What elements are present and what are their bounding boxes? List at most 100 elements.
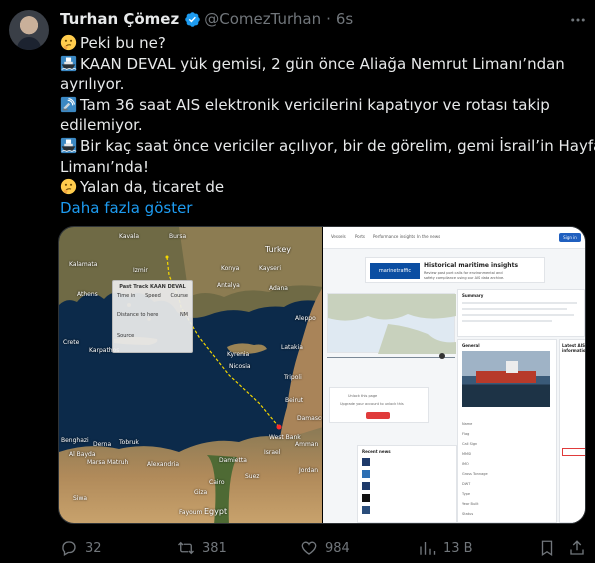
- post-time[interactable]: 6s: [336, 10, 353, 28]
- general-row-label: Flag: [462, 432, 470, 436]
- site-nav-item[interactable]: Vessels: [331, 234, 346, 239]
- map-label: Cairo: [209, 479, 225, 486]
- past-track-popup[interactable]: Past Track KAAN DEVAL Time in Speed Cour…: [112, 280, 193, 353]
- mini-map-graphic: [328, 294, 456, 354]
- thinking-face-icon: [60, 34, 77, 51]
- reply-icon: [62, 541, 76, 556]
- ship-track-map[interactable]: Turkey Athens Izmir Antalya Adana Kyreni…: [59, 227, 328, 523]
- map-label: Aleppo: [295, 315, 316, 322]
- repost-button[interactable]: 381: [177, 537, 227, 559]
- ship-icon: [60, 137, 77, 154]
- views-count: 13 B: [443, 540, 473, 556]
- summary-title: Summary: [462, 293, 484, 298]
- tweet-line: ayrılıyor.: [60, 74, 580, 95]
- general-row-label: Gross Tonnage: [462, 472, 488, 476]
- site-sign-in-button[interactable]: Sign in: [559, 233, 581, 242]
- highlighted-field: [562, 448, 585, 456]
- map-label: Marsa Matruh: [87, 459, 129, 466]
- show-more-link[interactable]: Daha fazla göster: [60, 198, 192, 219]
- site-nav-item[interactable]: Performance insights: [373, 234, 415, 239]
- general-row-label: DWT: [462, 482, 471, 486]
- ship-position-marker[interactable]: [276, 424, 282, 430]
- summary-text-line: [462, 308, 567, 310]
- timeline-handle[interactable]: [439, 353, 445, 359]
- tweet-line: Yalan da, ticaret de: [60, 177, 580, 198]
- map-label: Kayseri: [259, 265, 282, 272]
- past-track-source: Source: [117, 333, 135, 339]
- repost-count: 381: [202, 540, 227, 556]
- map-label: Siwa: [73, 495, 88, 502]
- map-label: Kavala: [119, 233, 140, 240]
- latest-ais-panel: Latest AIS information: [559, 339, 586, 523]
- map-label: Giza: [194, 489, 208, 496]
- past-track-header-time: Time in: [117, 293, 136, 299]
- mini-map[interactable]: [327, 293, 456, 354]
- views-icon: [420, 542, 436, 555]
- summary-text-line: [462, 302, 577, 304]
- tweet-line: KAAN DEVAL yük gemisi, 2 gün önce Aliağa…: [60, 54, 580, 75]
- general-row-label: Type: [462, 492, 471, 496]
- like-button[interactable]: 984: [300, 537, 350, 559]
- recent-news-panel: Recent news: [357, 445, 457, 523]
- map-label: Turkey: [265, 245, 292, 254]
- thinking-face-icon: [60, 179, 77, 195]
- past-track-header-course: Course: [170, 293, 188, 299]
- vessel-photo[interactable]: [462, 351, 550, 407]
- marinetraffic-page[interactable]: Vessels Ports Performance insights In th…: [323, 227, 586, 523]
- tweet-media[interactable]: Turkey Athens Izmir Antalya Adana Kyreni…: [58, 226, 586, 524]
- reply-button[interactable]: 32: [60, 537, 102, 559]
- site-nav-item[interactable]: Ports: [355, 234, 365, 239]
- map-label: Al Bayda: [69, 451, 96, 458]
- more-options-button[interactable]: [568, 10, 588, 30]
- tweet-line-1: Peki bu ne?: [80, 34, 166, 52]
- views-button[interactable]: 13 B: [418, 537, 473, 559]
- tweet-text: Peki bu ne? KAAN DEVAL yük gemisi, 2 gün…: [60, 33, 595, 219]
- general-row-label: Year Built: [462, 502, 479, 506]
- bookmark-icon: [541, 540, 553, 557]
- like-count: 984: [325, 540, 350, 556]
- media-divider: [322, 227, 323, 523]
- map-label: Athens: [77, 291, 98, 298]
- unlock-title: Unlock this page: [348, 394, 378, 398]
- map-label: Konya: [221, 265, 240, 272]
- map-label: Egypt: [204, 507, 228, 516]
- map-label: Alexandria: [147, 461, 180, 468]
- site-banner[interactable]: marinetraffic Historical maritime insigh…: [365, 257, 545, 283]
- banner-title: Historical maritime insights: [424, 262, 519, 269]
- past-track-nm-label: NM: [179, 312, 188, 318]
- general-panel: General Name Flag Call Sign MMSI IMO Gro…: [457, 339, 557, 523]
- unlock-panel: Unlock this page Upgrade your account to…: [329, 387, 429, 423]
- unlock-button[interactable]: [366, 412, 390, 419]
- news-thumb[interactable]: [362, 506, 370, 514]
- map-label: Izmir: [133, 267, 148, 274]
- site-nav-item[interactable]: In the news: [417, 234, 440, 239]
- news-thumb[interactable]: [362, 470, 370, 478]
- map-label: Tripoli: [284, 374, 302, 381]
- tweet-line-7: Limanı’nda!: [60, 157, 150, 176]
- tweet-line: edilemiyor.: [60, 115, 580, 136]
- author-avatar[interactable]: [9, 10, 49, 50]
- marinetraffic-logo: marinetraffic: [370, 263, 420, 279]
- satellite-antenna-icon: [60, 96, 77, 112]
- map-label: Kyrenia: [227, 351, 250, 358]
- tweet-line: Peki bu ne?: [60, 33, 580, 54]
- vessel-bridge: [506, 361, 518, 373]
- map-label: Latakia: [281, 344, 303, 351]
- bookmark-button[interactable]: [538, 537, 563, 559]
- share-button[interactable]: [568, 537, 593, 559]
- news-thumb[interactable]: [362, 458, 370, 466]
- news-thumb[interactable]: [362, 482, 370, 490]
- tweet-line-6: Bir kaç saat önce vericiler açılıyor, bi…: [80, 136, 595, 155]
- summary-text-line: [462, 320, 552, 322]
- more-icon: [571, 18, 585, 22]
- tweet-line-3: ayrılıyor.: [60, 75, 125, 94]
- map-label: West Bank: [269, 434, 301, 441]
- ship-icon: [60, 55, 77, 71]
- author-handle[interactable]: @ComezTurhan: [204, 10, 321, 28]
- author-name[interactable]: Turhan Çömez: [60, 10, 179, 28]
- news-thumb[interactable]: [362, 494, 370, 502]
- tweet-header: Turhan Çömez @ComezTurhan · 6s: [60, 8, 353, 30]
- latest-ais-title: Latest AIS information: [562, 343, 586, 353]
- recent-news-title: Recent news: [362, 449, 391, 454]
- tweet-line-2: KAAN DEVAL yük gemisi, 2 gün önce Aliağa…: [80, 54, 565, 73]
